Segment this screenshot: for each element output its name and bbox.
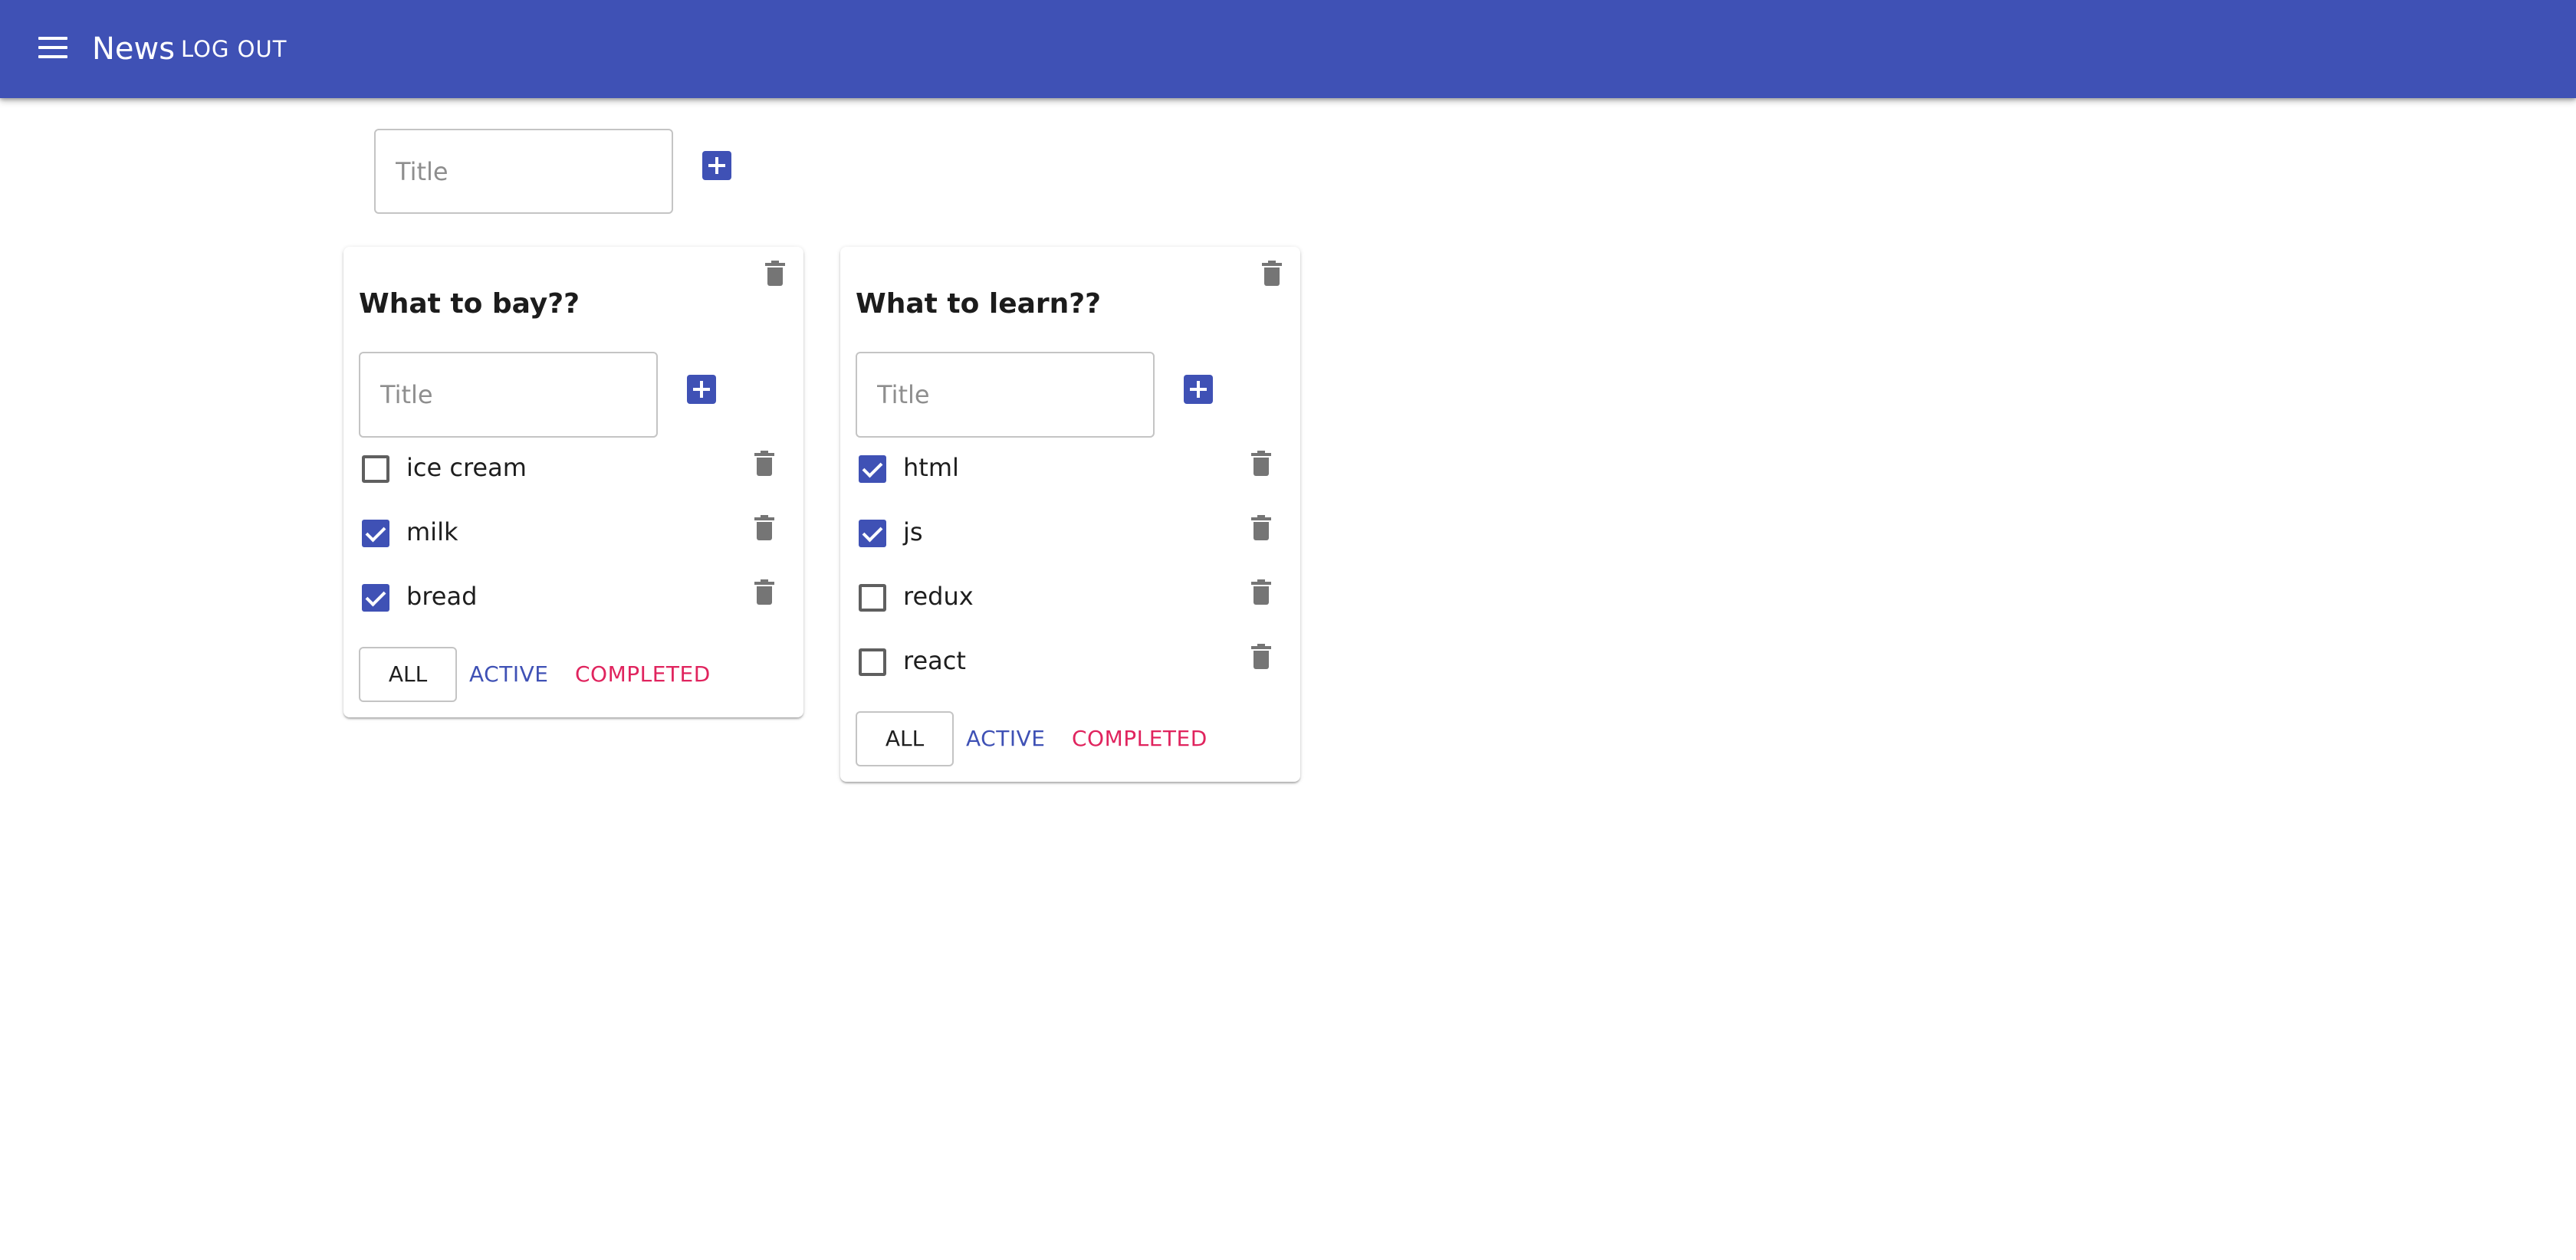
- filter-completed-button[interactable]: COMPLETED: [575, 659, 711, 690]
- task-checkbox[interactable]: [362, 584, 389, 612]
- list-title: What to learn??: [856, 288, 1102, 320]
- task-checkbox[interactable]: [859, 520, 886, 547]
- task-checkbox[interactable]: [362, 455, 389, 483]
- add-task-icon[interactable]: [687, 375, 716, 404]
- app-title: News: [92, 31, 176, 67]
- task-item: html: [840, 445, 1300, 491]
- task-label[interactable]: html: [903, 452, 959, 483]
- task-label[interactable]: redux: [903, 581, 974, 612]
- menu-icon[interactable]: [37, 32, 72, 66]
- task-title-field[interactable]: [856, 352, 1155, 438]
- delete-task-icon[interactable]: [1251, 451, 1271, 477]
- task-item: bread: [343, 573, 803, 619]
- task-label[interactable]: ice cream: [406, 452, 527, 483]
- todolist-card: What to learn?? html js redux react ALL …: [840, 247, 1300, 782]
- task-item: milk: [343, 509, 803, 555]
- task-title-field[interactable]: [359, 352, 658, 438]
- logout-button[interactable]: LOG OUT: [181, 34, 287, 64]
- list-title: What to bay??: [359, 288, 580, 320]
- task-title-input[interactable]: [857, 353, 1153, 436]
- add-list-icon[interactable]: [702, 151, 731, 180]
- task-checkbox[interactable]: [859, 455, 886, 483]
- delete-task-icon[interactable]: [754, 579, 774, 605]
- task-checkbox[interactable]: [362, 520, 389, 547]
- task-title-input[interactable]: [360, 353, 656, 436]
- delete-list-icon[interactable]: [1262, 261, 1282, 287]
- delete-list-icon[interactable]: [765, 261, 785, 287]
- filter-active-button[interactable]: ACTIVE: [966, 724, 1045, 754]
- filter-active-button[interactable]: ACTIVE: [469, 659, 548, 690]
- task-item: react: [840, 638, 1300, 684]
- delete-task-icon[interactable]: [754, 515, 774, 541]
- delete-task-icon[interactable]: [1251, 644, 1271, 670]
- task-item: redux: [840, 573, 1300, 619]
- filter-completed-button[interactable]: COMPLETED: [1072, 724, 1208, 754]
- task-label[interactable]: js: [903, 517, 923, 547]
- new-list-title-field[interactable]: [374, 129, 673, 214]
- delete-task-icon[interactable]: [1251, 579, 1271, 605]
- task-label[interactable]: milk: [406, 517, 458, 547]
- delete-task-icon[interactable]: [754, 451, 774, 477]
- task-item: ice cream: [343, 445, 803, 491]
- filter-all-button[interactable]: ALL: [856, 711, 954, 766]
- task-checkbox[interactable]: [859, 648, 886, 676]
- new-list-title-input[interactable]: [376, 130, 672, 212]
- task-label[interactable]: react: [903, 645, 966, 676]
- task-item: js: [840, 509, 1300, 555]
- todolist-card: What to bay?? ice cream milk bread ALL A…: [343, 247, 803, 717]
- add-task-icon[interactable]: [1184, 375, 1213, 404]
- filter-all-button[interactable]: ALL: [359, 647, 457, 702]
- delete-task-icon[interactable]: [1251, 515, 1271, 541]
- app-bar: News LOG OUT: [0, 0, 2576, 98]
- task-label[interactable]: bread: [406, 581, 477, 612]
- task-checkbox[interactable]: [859, 584, 886, 612]
